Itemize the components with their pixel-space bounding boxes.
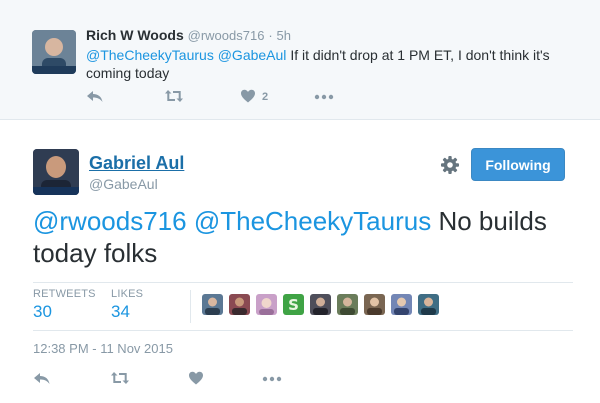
author-name[interactable]: Gabriel Aul (89, 153, 184, 174)
retweets-count[interactable]: 30 (33, 302, 52, 322)
likes-count[interactable]: 34 (111, 302, 130, 322)
avatar[interactable] (33, 149, 79, 195)
more-button[interactable] (262, 370, 282, 390)
reply-button[interactable] (33, 370, 51, 390)
liker-avatar[interactable] (418, 294, 439, 315)
tweet-actions: 2 (86, 88, 386, 108)
avatar[interactable] (32, 30, 76, 74)
liker-avatar[interactable] (391, 294, 412, 315)
more-icon (314, 94, 334, 100)
retweet-icon (165, 90, 183, 102)
likes-label[interactable]: LIKES (111, 288, 143, 300)
reply-icon (34, 373, 50, 384)
like-button[interactable] (188, 370, 204, 390)
liker-avatar[interactable]: S (283, 294, 304, 315)
liker-avatar[interactable] (337, 294, 358, 315)
retweet-button[interactable] (110, 370, 130, 390)
author-handle[interactable]: @rwoods716 (188, 28, 265, 43)
author-name[interactable]: Rich W Woods (86, 27, 184, 43)
retweet-button[interactable] (164, 88, 184, 108)
svg-text:S: S (288, 296, 299, 314)
reply-tweet: Rich W Woods @rwoods716 · 5h @TheCheekyT… (0, 0, 600, 120)
reply-header: Rich W Woods @rwoods716 · 5h (86, 27, 291, 43)
retweets-label[interactable]: RETWEETS (33, 288, 96, 300)
liker-avatar[interactable] (229, 294, 250, 315)
gear-icon (441, 156, 459, 174)
like-button[interactable]: 2 (240, 88, 268, 108)
tweet-actions (33, 370, 333, 390)
tweet-text: @rwoods716 @TheCheekyTaurus No builds to… (33, 205, 573, 269)
divider (33, 330, 573, 331)
reply-icon (87, 91, 103, 102)
separator: · (268, 28, 273, 43)
more-icon (262, 376, 282, 382)
tweet-text: @TheCheekyTaurus @GabeAul If it didn't d… (86, 46, 556, 82)
divider (33, 282, 573, 283)
mention-link[interactable]: @GabeAul (218, 47, 287, 63)
liker-avatar[interactable] (202, 294, 223, 315)
like-count: 2 (262, 91, 269, 103)
liker-avatar[interactable] (256, 294, 277, 315)
heart-icon (189, 371, 203, 385)
settings-button[interactable] (440, 155, 460, 175)
divider (190, 290, 191, 323)
tweet-timestamp[interactable]: 12:38 PM - 11 Nov 2015 (33, 341, 173, 356)
mention-link[interactable]: @rwoods716 (33, 206, 187, 236)
more-button[interactable] (314, 88, 334, 108)
following-button[interactable]: Following (471, 148, 565, 181)
author-handle[interactable]: @GabeAul (89, 176, 158, 192)
mention-link[interactable]: @TheCheekyTaurus (86, 47, 214, 63)
liker-avatar[interactable] (310, 294, 331, 315)
tweet-time[interactable]: 5h (277, 28, 291, 43)
mention-link[interactable]: @TheCheekyTaurus (194, 206, 431, 236)
reply-button[interactable] (86, 88, 104, 108)
heart-icon (241, 89, 255, 103)
liker-avatar[interactable] (364, 294, 385, 315)
retweet-icon (111, 372, 129, 384)
